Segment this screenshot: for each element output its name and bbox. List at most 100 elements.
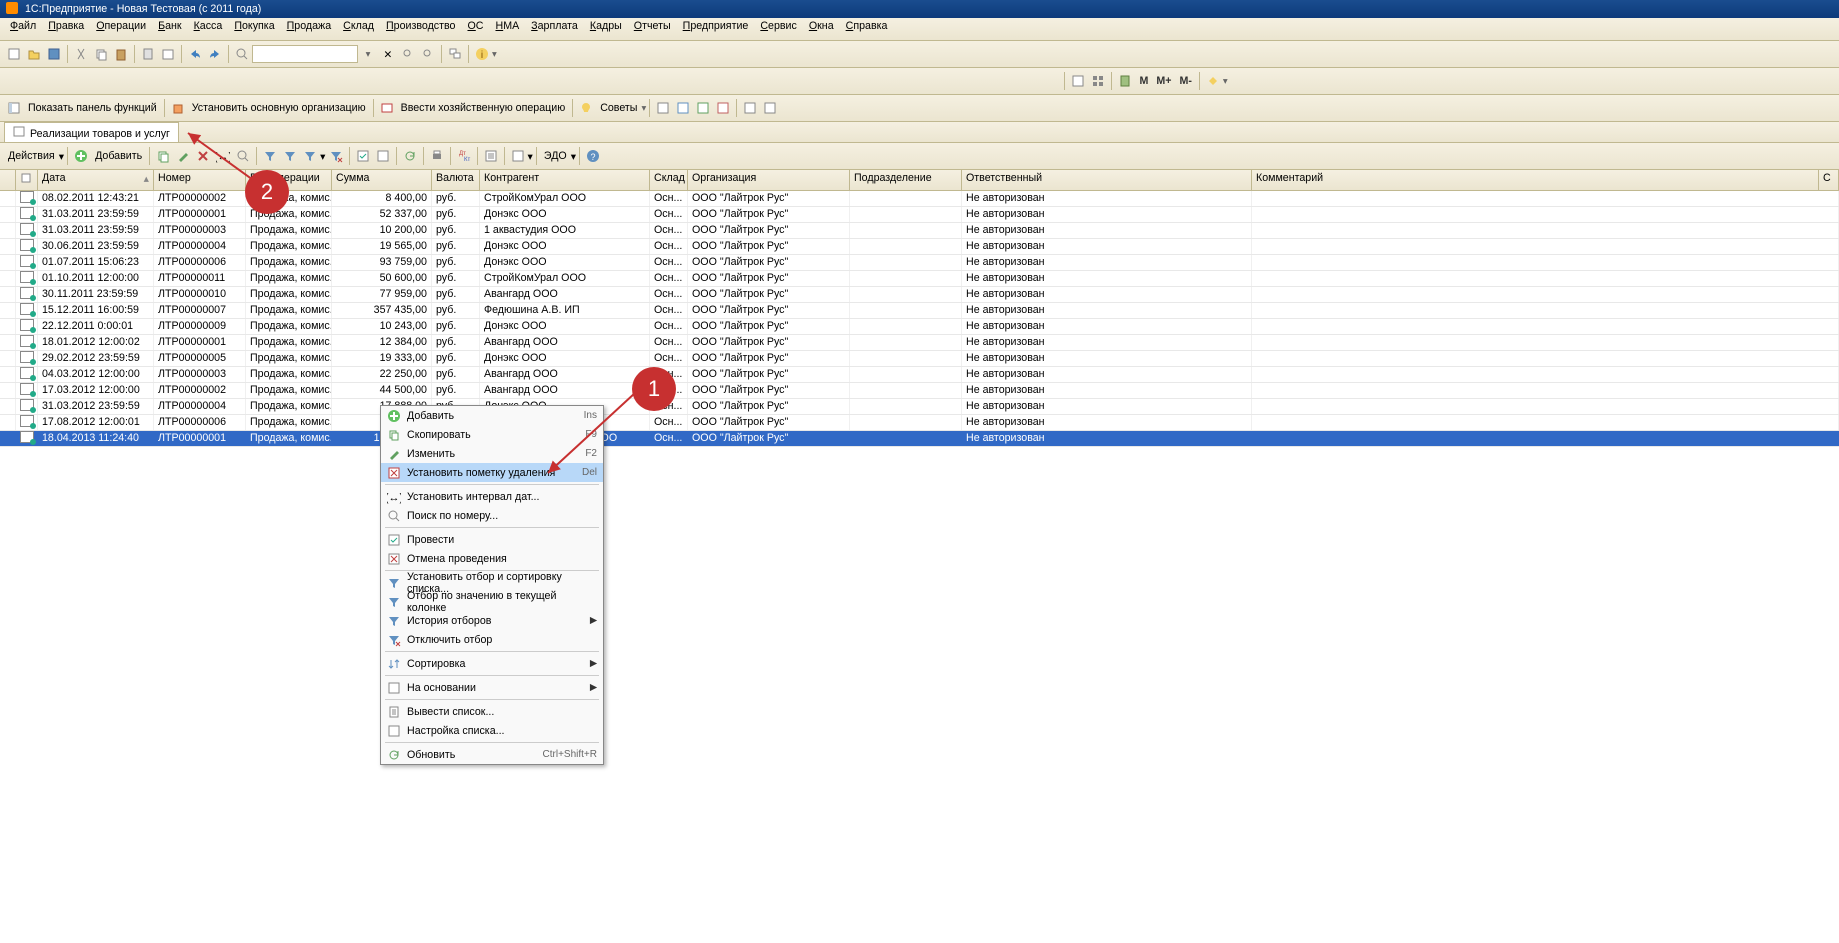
report2-icon[interactable] xyxy=(673,98,693,118)
ctx-отбор-по-значению-в-текущей-колонке[interactable]: Отбор по значению в текущей колонке xyxy=(381,592,603,611)
oper-button[interactable]: Ввести хозяйственную операцию xyxy=(397,102,570,114)
copy-button[interactable] xyxy=(91,44,111,64)
table-row[interactable]: 31.03.2012 23:59:59ЛТР00000004Продажа, к… xyxy=(0,399,1839,415)
new-button[interactable] xyxy=(4,44,24,64)
paste-button[interactable] xyxy=(111,44,131,64)
org-icon[interactable] xyxy=(168,98,188,118)
menu-справка[interactable]: Справка xyxy=(840,18,894,34)
list-button[interactable] xyxy=(481,146,501,166)
table-row[interactable]: 17.03.2012 12:00:00ЛТР00000002Продажа, к… xyxy=(0,383,1839,399)
menu-правка[interactable]: Правка xyxy=(42,18,90,34)
menu-операции[interactable]: Операции xyxy=(90,18,152,34)
menu-касса[interactable]: Касса xyxy=(188,18,229,34)
help-button[interactable]: i xyxy=(472,44,492,64)
col-sum[interactable]: Сумма xyxy=(332,170,432,190)
ctx-поиск-по-номеру-[interactable]: Поиск по номеру... xyxy=(381,506,603,525)
menu-сервис[interactable]: Сервис xyxy=(754,18,803,34)
table-row[interactable]: 22.12.2011 0:00:01ЛТР00000009Продажа, ко… xyxy=(0,319,1839,335)
find-button[interactable] xyxy=(232,44,252,64)
col-warehouse[interactable]: Склад xyxy=(650,170,688,190)
col-organization[interactable]: Организация xyxy=(688,170,850,190)
menu-производство[interactable]: Производство xyxy=(380,18,462,34)
menu-банк[interactable]: Банк xyxy=(152,18,187,34)
menu-файл[interactable]: Файл xyxy=(4,18,42,34)
menu-окна[interactable]: Окна xyxy=(803,18,840,34)
mplus-button[interactable]: M+ xyxy=(1152,75,1175,87)
tools-button[interactable] xyxy=(1203,71,1223,91)
clear-filter-button[interactable] xyxy=(326,146,346,166)
filter3-button[interactable] xyxy=(300,146,320,166)
based-on-button[interactable] xyxy=(508,146,528,166)
find-prev-button[interactable] xyxy=(418,44,438,64)
col-responsible[interactable]: Ответственный xyxy=(962,170,1252,190)
menu-отчеты[interactable]: Отчеты xyxy=(628,18,677,34)
ctx-вывести-список-[interactable]: Вывести список... xyxy=(381,702,603,721)
ctx-история-отборов[interactable]: История отборов▶ xyxy=(381,611,603,630)
menu-предприятие[interactable]: Предприятие xyxy=(677,18,755,34)
post-button[interactable] xyxy=(353,146,373,166)
unpost-button[interactable] xyxy=(373,146,393,166)
table-row[interactable]: 30.11.2011 23:59:59ЛТР00000010Продажа, к… xyxy=(0,287,1839,303)
col-status-icon[interactable] xyxy=(16,170,38,190)
ctx-сортировка[interactable]: Сортировка▶ xyxy=(381,654,603,673)
table-row[interactable]: 01.07.2011 15:06:23ЛТР00000006Продажа, к… xyxy=(0,255,1839,271)
menu-кадры[interactable]: Кадры xyxy=(584,18,628,34)
report1-icon[interactable] xyxy=(653,98,673,118)
report5-icon[interactable] xyxy=(740,98,760,118)
col-comment[interactable]: Комментарий xyxy=(1252,170,1819,190)
table-row[interactable]: 18.04.2013 11:24:40ЛТР00000001Продажа, к… xyxy=(0,431,1839,447)
report6-icon[interactable] xyxy=(760,98,780,118)
actions-menu[interactable]: Действия xyxy=(4,150,59,162)
cut-button[interactable] xyxy=(71,44,91,64)
menu-ос[interactable]: ОС xyxy=(461,18,489,34)
tips-icon[interactable] xyxy=(576,98,596,118)
col-date[interactable]: Дата ▴ xyxy=(38,170,154,190)
menu-покупка[interactable]: Покупка xyxy=(228,18,280,34)
report4-icon[interactable] xyxy=(713,98,733,118)
ctx-обновить[interactable]: ОбновитьCtrl+Shift+R xyxy=(381,745,603,764)
ctx-отмена-проведения[interactable]: Отмена проведения xyxy=(381,549,603,568)
main-menu[interactable]: ФайлПравкаОперацииБанкКассаПокупкаПродаж… xyxy=(0,18,1839,41)
search-input[interactable] xyxy=(252,45,358,63)
table-row[interactable]: 04.03.2012 12:00:00ЛТР00000003Продажа, к… xyxy=(0,367,1839,383)
copy-doc-button[interactable] xyxy=(153,146,173,166)
menu-склад[interactable]: Склад xyxy=(337,18,380,34)
grid-icon[interactable] xyxy=(1088,71,1108,91)
menu-продажа[interactable]: Продажа xyxy=(281,18,338,34)
tab-sales[interactable]: Реализации товаров и услуг xyxy=(4,122,179,142)
add-icon[interactable] xyxy=(71,146,91,166)
panel-icon[interactable] xyxy=(4,98,24,118)
ctx-провести[interactable]: Провести xyxy=(381,530,603,549)
table-row[interactable]: 31.03.2011 23:59:59ЛТР00000003Продажа, к… xyxy=(0,223,1839,239)
undo-button[interactable] xyxy=(185,44,205,64)
mminus-button[interactable]: M- xyxy=(1175,75,1195,87)
report3-icon[interactable] xyxy=(693,98,713,118)
add-button[interactable]: Добавить xyxy=(91,150,146,162)
table-row[interactable]: 18.01.2012 12:00:02ЛТР00000001Продажа, к… xyxy=(0,335,1839,351)
ctx-установить-интервал-дат-[interactable]: (↔)Установить интервал дат... xyxy=(381,487,603,506)
edo-button[interactable]: ЭДО xyxy=(540,150,571,162)
calc-button[interactable] xyxy=(138,44,158,64)
help-doc-button[interactable]: ? xyxy=(583,146,603,166)
org-button[interactable]: Установить основную организацию xyxy=(188,102,370,114)
table-row[interactable]: 01.10.2011 12:00:00ЛТР00000011Продажа, к… xyxy=(0,271,1839,287)
ctx-отключить-отбор[interactable]: Отключить отбор xyxy=(381,630,603,649)
table-row[interactable]: 17.08.2012 12:00:01ЛТР00000006Продажа, к… xyxy=(0,415,1839,431)
col-department[interactable]: Подразделение xyxy=(850,170,962,190)
col-contractor[interactable]: Контрагент xyxy=(480,170,650,190)
menu-нма[interactable]: НМА xyxy=(489,18,525,34)
windows-button[interactable] xyxy=(445,44,465,64)
save-button[interactable] xyxy=(44,44,64,64)
server-icon[interactable] xyxy=(1115,71,1135,91)
table-icon[interactable] xyxy=(1068,71,1088,91)
col-signed[interactable]: С xyxy=(1819,170,1839,190)
table-row[interactable]: 30.06.2011 23:59:59ЛТР00000004Продажа, к… xyxy=(0,239,1839,255)
calendar-button[interactable] xyxy=(158,44,178,64)
m-button[interactable]: M xyxy=(1135,75,1152,87)
ctx-на-основании[interactable]: На основании▶ xyxy=(381,678,603,697)
open-button[interactable] xyxy=(24,44,44,64)
clear-search-button[interactable]: ✕ xyxy=(378,44,398,64)
table-row[interactable]: 29.02.2012 23:59:59ЛТР00000005Продажа, к… xyxy=(0,351,1839,367)
tips-button[interactable]: Советы xyxy=(596,102,641,114)
find-next-button[interactable] xyxy=(398,44,418,64)
